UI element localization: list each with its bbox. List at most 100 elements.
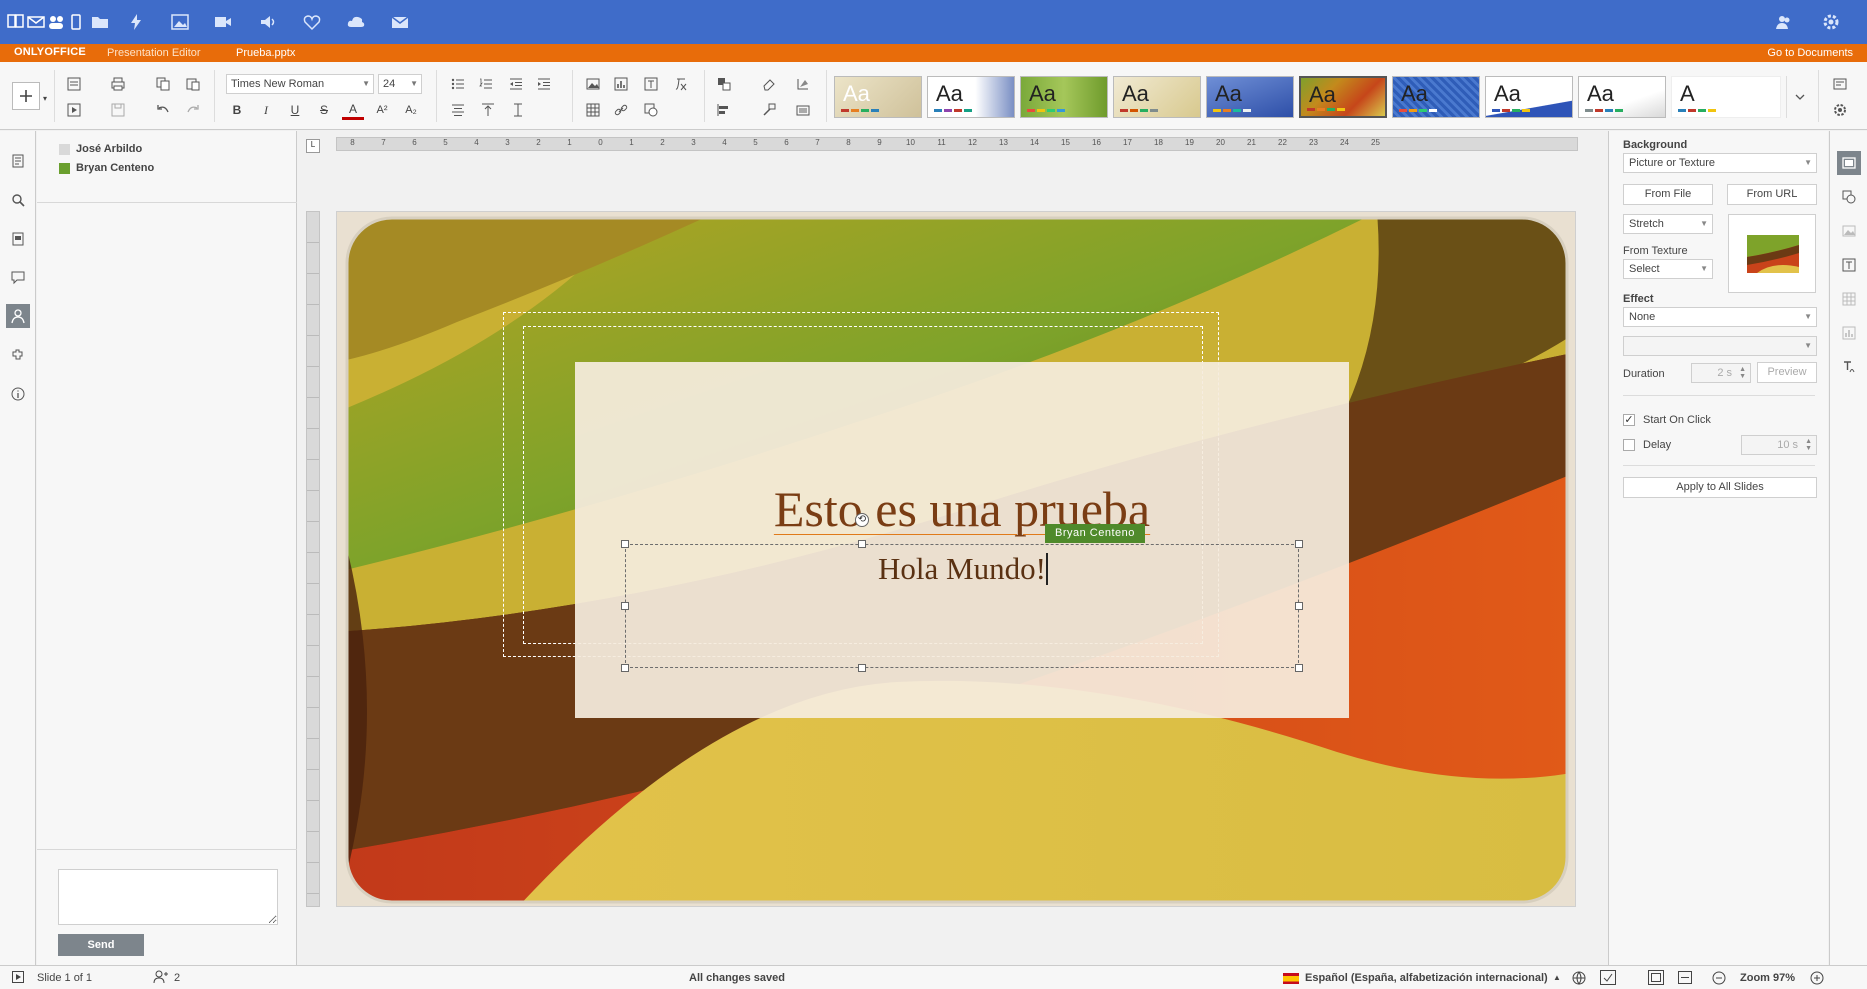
resize-handle[interactable] [621,602,629,610]
insert-shape-icon[interactable] [640,100,662,120]
fill-type-select[interactable]: Picture or Texture ▼ [1623,153,1817,173]
resize-handle[interactable] [1295,664,1303,672]
bold-button[interactable]: B [226,100,248,120]
change-color-scheme-icon[interactable] [792,74,814,94]
align-shapes-icon[interactable] [713,100,735,120]
copy-style-icon[interactable] [758,100,780,120]
superscript-button[interactable]: A² [371,100,393,120]
font-size-combobox[interactable]: 24 ▼ [378,74,422,94]
resize-handle[interactable] [621,540,629,548]
insert-equation-icon[interactable] [670,74,692,94]
image-icon[interactable] [168,10,192,34]
advanced-settings-gear-icon[interactable] [1829,100,1851,120]
speaker-icon[interactable] [256,10,280,34]
about-info-icon[interactable] [6,382,30,406]
copy-icon[interactable] [152,74,174,94]
tab-stop-selector[interactable]: L [306,139,320,153]
search-icon[interactable] [6,188,30,212]
delay-spinner[interactable]: 10 s ▲ ▼ [1741,435,1817,455]
start-slideshow-icon[interactable] [63,100,85,120]
increase-indent-icon[interactable] [533,74,555,94]
stretch-select[interactable]: Stretch ▼ [1623,214,1713,234]
resize-handle[interactable] [621,664,629,672]
effect-type-select[interactable]: ▼ [1623,336,1817,356]
go-to-documents-link[interactable]: Go to Documents [1767,47,1853,59]
slide-size-icon[interactable] [792,100,814,120]
font-name-combobox[interactable]: Times New Roman ▼ [226,74,374,94]
insert-text-box-icon[interactable] [640,74,662,94]
cloud-icon[interactable] [344,10,368,34]
chart-settings-icon[interactable] [1837,321,1861,345]
send-button[interactable]: Send [58,934,144,956]
clear-style-icon[interactable] [758,74,780,94]
theme-thumbnail-7[interactable]: Aa [1392,76,1480,118]
play-slideshow-icon[interactable] [12,971,24,986]
view-settings-icon[interactable] [1829,74,1851,94]
add-slide-dropdown-icon[interactable]: ▾ [40,88,50,108]
underline-button[interactable]: U [284,100,306,120]
image-settings-icon[interactable] [1837,219,1861,243]
mobile-icon[interactable] [64,10,88,34]
undo-icon[interactable] [152,100,174,120]
fit-to-width-icon[interactable] [1678,971,1692,987]
theme-thumbnail-6-selected[interactable]: Aa [1299,76,1387,118]
save-icon[interactable] [107,100,129,120]
slide-layout-icon[interactable] [63,74,85,94]
theme-thumbnail-1[interactable]: Aa [834,76,922,118]
resize-handle[interactable] [858,540,866,548]
theme-thumbnail-3[interactable]: Aa [1020,76,1108,118]
resize-handle[interactable] [1295,602,1303,610]
folder-icon[interactable] [88,10,112,34]
bullets-icon[interactable] [447,74,469,94]
duration-spinner[interactable]: 2 s ▲ ▼ [1691,363,1751,383]
plugins-icon[interactable] [6,343,30,367]
vertical-align-icon[interactable] [477,100,499,120]
theme-thumbnail-5[interactable]: Aa [1206,76,1294,118]
insert-chart-icon[interactable] [610,74,632,94]
numbering-icon[interactable] [475,74,497,94]
redo-icon[interactable] [182,100,204,120]
arrange-icon[interactable] [713,74,735,94]
language-selector[interactable]: Español (España, alfabetización internac… [1305,972,1548,984]
subscript-button[interactable]: A₂ [400,100,422,120]
slide-title[interactable]: Esto es una prueba [575,480,1349,538]
theme-thumbnail-4[interactable]: Aa [1113,76,1201,118]
collaborators-icon[interactable] [1772,10,1796,34]
insert-image-icon[interactable] [582,74,604,94]
chevron-up-icon[interactable]: ▲ [1553,973,1561,982]
theme-thumbnail-8[interactable]: Aa [1485,76,1573,118]
add-slide-button[interactable] [12,82,40,110]
chat-message-input[interactable] [58,869,278,925]
zoom-out-icon[interactable] [1712,971,1726,988]
outline-icon[interactable] [6,227,30,251]
start-on-click-checkbox[interactable]: ✓ [1623,414,1635,426]
from-file-button[interactable]: From File [1623,184,1713,205]
video-icon[interactable] [211,10,235,34]
fit-to-slide-icon[interactable] [1648,970,1664,988]
users-count-icon[interactable] [153,970,169,987]
table-settings-icon[interactable] [1837,287,1861,311]
print-icon[interactable] [107,74,129,94]
effect-select[interactable]: None ▼ [1623,307,1817,327]
apply-to-all-slides-button[interactable]: Apply to All Slides [1623,477,1817,498]
chat-users-icon[interactable] [6,304,30,328]
decrease-indent-icon[interactable] [505,74,527,94]
insert-table-icon[interactable] [582,100,604,120]
slide-subtitle[interactable]: Hola Mundo! [625,551,1299,587]
theme-thumbnail-2[interactable]: Aa [927,76,1015,118]
strikethrough-button[interactable]: S [313,100,335,120]
paragraph-settings-icon[interactable] [1837,253,1861,277]
slide-canvas[interactable]: Esto es una prueba Hola Mundo! ⟲ [336,211,1576,907]
from-url-button[interactable]: From URL [1727,184,1817,205]
align-center-icon[interactable] [447,100,469,120]
slides-thumbnails-icon[interactable] [6,149,30,173]
onlyoffice-logo[interactable]: ONLYOFFICE [14,46,86,58]
envelope-icon[interactable] [388,10,412,34]
italic-button[interactable]: I [255,100,277,120]
gear-icon[interactable] [1819,10,1843,34]
globe-icon[interactable] [1572,971,1586,988]
lightning-icon[interactable] [124,10,148,34]
theme-thumbnail-10[interactable]: A [1671,76,1781,118]
theme-thumbnail-9[interactable]: Aa [1578,76,1666,118]
resize-handle[interactable] [858,664,866,672]
